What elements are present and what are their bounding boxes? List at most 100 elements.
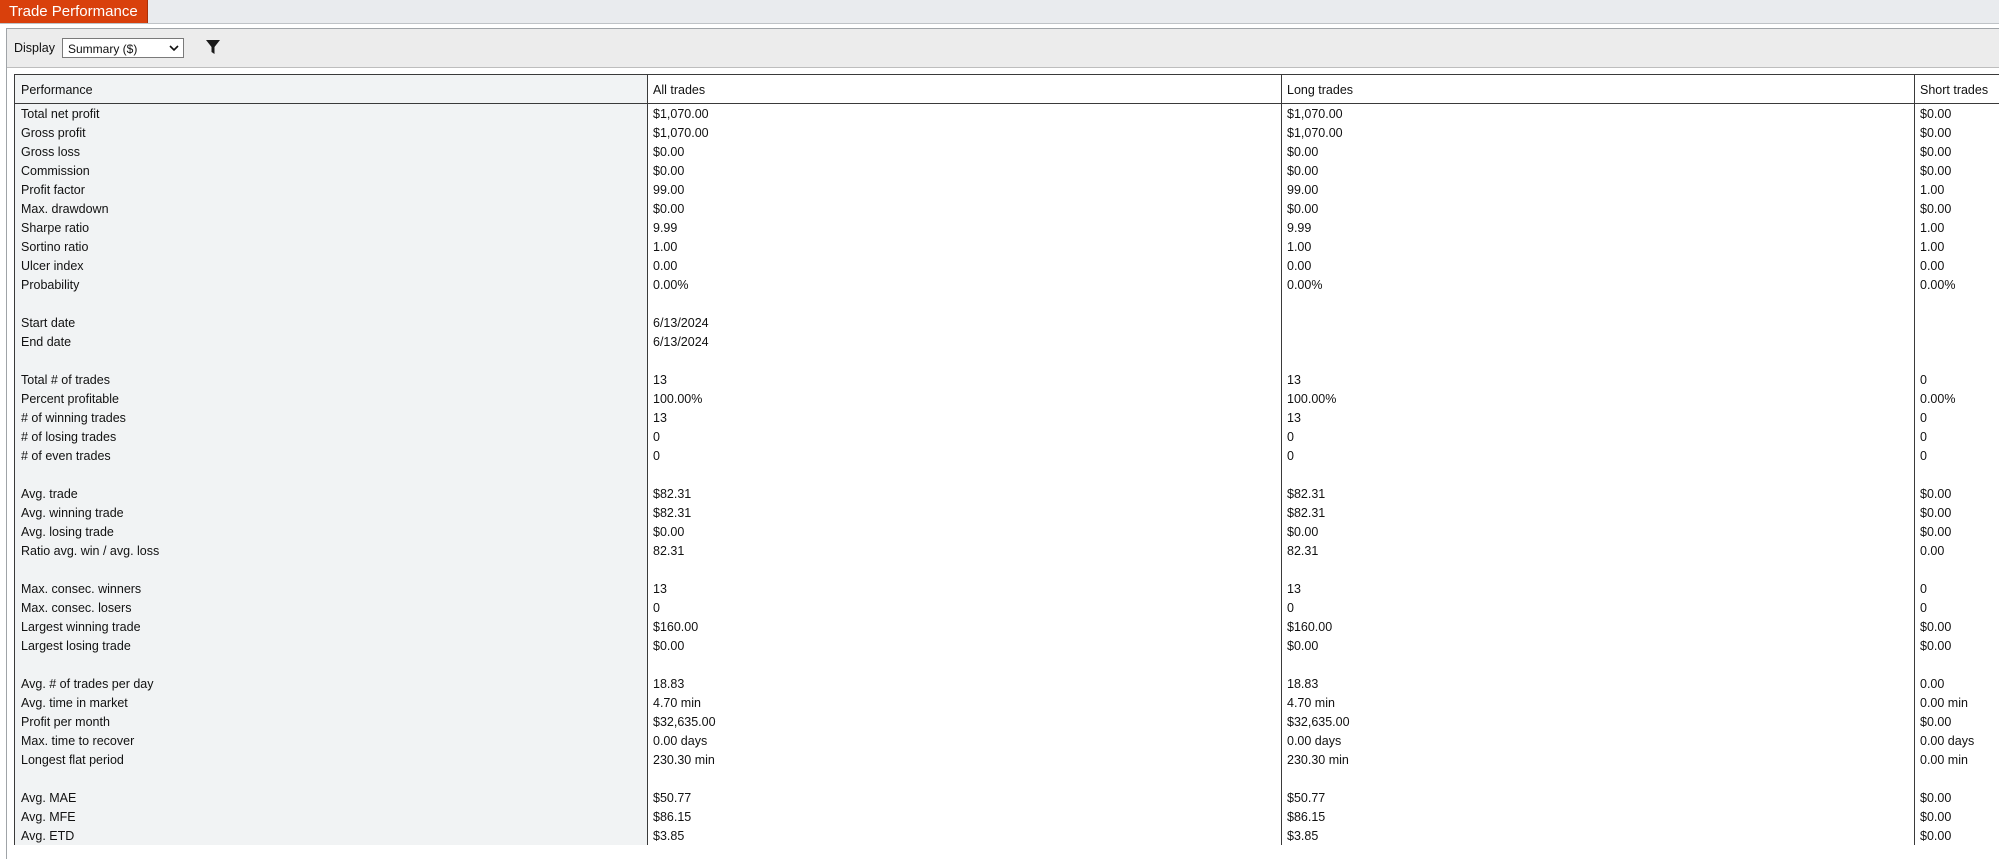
table-row[interactable]: Profit factor 99.00 99.00 1.00 [15, 180, 1999, 199]
metric-value: 13 [653, 582, 667, 596]
metric-value: 0.00 [653, 259, 678, 273]
table-row[interactable]: Sortino ratio 1.00 1.00 1.00 [15, 237, 1999, 256]
metric-label: Longest flat period [21, 753, 124, 767]
metric-value: 0 [1920, 601, 1927, 615]
metric-value: $0.00 [1287, 525, 1319, 539]
table-row[interactable]: Percent profitable 100.00% 100.00% 0.00% [15, 389, 1999, 408]
metric-label: # of winning trades [21, 411, 126, 425]
column-header-all-trades[interactable]: All trades [653, 83, 705, 97]
table-row[interactable]: Max. drawdown $0.00 $0.00 $0.00 [15, 199, 1999, 218]
table-row[interactable]: Gross profit $1,070.00 $1,070.00 $0.00 [15, 123, 1999, 142]
metric-value: $82.31 [653, 487, 692, 501]
metric-label: Max. consec. losers [21, 601, 132, 615]
table-row[interactable]: Avg. trade $82.31 $82.31 $0.00 [15, 484, 1999, 503]
metric-value: 0.00 [1920, 677, 1945, 691]
table-row[interactable]: Total net profit $1,070.00 $1,070.00 $0.00 [15, 104, 1999, 123]
metric-value: $0.00 [1287, 145, 1319, 159]
metric-value: $160.00 [653, 620, 699, 634]
metric-value: $32,635.00 [1287, 715, 1350, 729]
metric-value: 0 [1920, 582, 1927, 596]
performance-table: Performance All trades Long trades Short… [14, 74, 1999, 845]
table-row[interactable]: Profit per month $32,635.00 $32,635.00 $0.0… [15, 712, 1999, 731]
display-select[interactable]: Summary ($) [62, 38, 184, 58]
table-row[interactable] [15, 560, 1999, 579]
table-row[interactable]: Longest flat period 230.30 min 230.30 min 0… [15, 750, 1999, 769]
metric-value: $160.00 [1287, 620, 1333, 634]
table-row[interactable]: Ulcer index 0.00 0.00 0.00 [15, 256, 1999, 275]
table-row[interactable] [15, 655, 1999, 674]
table-row[interactable]: Probability 0.00% 0.00% 0.00% [15, 275, 1999, 294]
table-row[interactable]: Max. time to recover 0.00 days 0.00 days 0.… [15, 731, 1999, 750]
table-row[interactable]: End date 6/13/2024 [15, 332, 1999, 351]
metric-label: Start date [21, 316, 76, 330]
column-header-short-trades[interactable]: Short trades [1920, 83, 1988, 97]
metric-value: $0.00 [1920, 506, 1952, 520]
table-row[interactable]: Avg. MAE $50.77 $50.77 $0.00 [15, 788, 1999, 807]
column-header-long-trades[interactable]: Long trades [1287, 83, 1353, 97]
metric-label: Max. time to recover [21, 734, 135, 748]
metric-label: Sortino ratio [21, 240, 89, 254]
table-row[interactable]: Total # of trades 13 13 0 [15, 370, 1999, 389]
metric-value: 0.00 days [1920, 734, 1975, 748]
metric-value: 0.00 [1920, 259, 1945, 273]
table-row[interactable]: Gross loss $0.00 $0.00 $0.00 [15, 142, 1999, 161]
table-row[interactable]: Ratio avg. win / avg. loss 82.31 82.31 0.00 [15, 541, 1999, 560]
display-label: Display [14, 41, 55, 55]
metric-value: 100.00% [653, 392, 703, 406]
metric-value: 0 [1287, 430, 1294, 444]
table-row[interactable]: Avg. # of trades per day 18.83 18.83 0.00 [15, 674, 1999, 693]
metric-value: 6/13/2024 [653, 335, 709, 349]
table-row[interactable]: Avg. losing trade $0.00 $0.00 $0.00 [15, 522, 1999, 541]
table-row[interactable]: # of losing trades 0 0 0 [15, 427, 1999, 446]
table-row[interactable] [15, 769, 1999, 788]
metric-value: $0.00 [1920, 715, 1952, 729]
table-row[interactable]: Avg. winning trade $82.31 $82.31 $0.00 [15, 503, 1999, 522]
metric-value: 4.70 min [1287, 696, 1335, 710]
table-row[interactable]: Avg. ETD $3.85 $3.85 $0.00 [15, 826, 1999, 845]
metric-label: Ratio avg. win / avg. loss [21, 544, 160, 558]
metric-label: # of losing trades [21, 430, 117, 444]
table-row[interactable]: Max. consec. winners 13 13 0 [15, 579, 1999, 598]
metric-value: $82.31 [1287, 506, 1326, 520]
metric-value: 18.83 [1287, 677, 1319, 691]
metric-label: Max. consec. winners [21, 582, 142, 596]
table-row[interactable]: Sharpe ratio 9.99 9.99 1.00 [15, 218, 1999, 237]
table-row[interactable]: Max. consec. losers 0 0 0 [15, 598, 1999, 617]
title-bar: Trade Performance [0, 0, 1999, 24]
metric-label: Largest losing trade [21, 639, 131, 653]
chevron-down-icon [169, 45, 179, 52]
metric-value: $0.00 [1287, 164, 1319, 178]
metric-value: 100.00% [1287, 392, 1337, 406]
metric-label: Avg. losing trade [21, 525, 114, 539]
table-row[interactable]: Avg. MFE $86.15 $86.15 $0.00 [15, 807, 1999, 826]
filter-funnel-icon[interactable] [204, 38, 222, 56]
table-row[interactable]: Start date 6/13/2024 [15, 313, 1999, 332]
table-row[interactable]: Avg. time in market 4.70 min 4.70 min 0.00 … [15, 693, 1999, 712]
metric-value: $86.15 [1287, 810, 1326, 824]
metric-value: 230.30 min [653, 753, 715, 767]
column-header-performance[interactable]: Performance [21, 83, 93, 97]
table-row[interactable] [15, 465, 1999, 484]
tab-trade-performance[interactable]: Trade Performance [0, 0, 148, 23]
metric-label: Avg. trade [21, 487, 78, 501]
metric-value: 1.00 [653, 240, 678, 254]
table-row[interactable]: # of even trades 0 0 0 [15, 446, 1999, 465]
metric-label: Avg. ETD [21, 829, 75, 843]
table-row[interactable]: # of winning trades 13 13 0 [15, 408, 1999, 427]
metric-value: $0.00 [1920, 810, 1952, 824]
metric-value: 0.00% [1287, 278, 1323, 292]
metric-value: 6/13/2024 [653, 316, 709, 330]
trade-performance-panel: Display Summary ($) Performance All trad… [6, 28, 1999, 859]
metric-value: $0.00 [1920, 525, 1952, 539]
metric-value: 82.31 [653, 544, 685, 558]
toolbar: Display Summary ($) [7, 29, 1999, 68]
metric-value: $0.00 [1920, 639, 1952, 653]
table-row[interactable]: Largest losing trade $0.00 $0.00 $0.00 [15, 636, 1999, 655]
metric-value: $50.77 [653, 791, 692, 805]
table-row[interactable]: Commission $0.00 $0.00 $0.00 [15, 161, 1999, 180]
table-row[interactable]: Largest winning trade $160.00 $160.00 $0.00 [15, 617, 1999, 636]
table-row[interactable] [15, 351, 1999, 370]
metric-value: 1.00 [1920, 221, 1945, 235]
metric-value: 0.00% [1920, 392, 1956, 406]
table-row[interactable] [15, 294, 1999, 313]
